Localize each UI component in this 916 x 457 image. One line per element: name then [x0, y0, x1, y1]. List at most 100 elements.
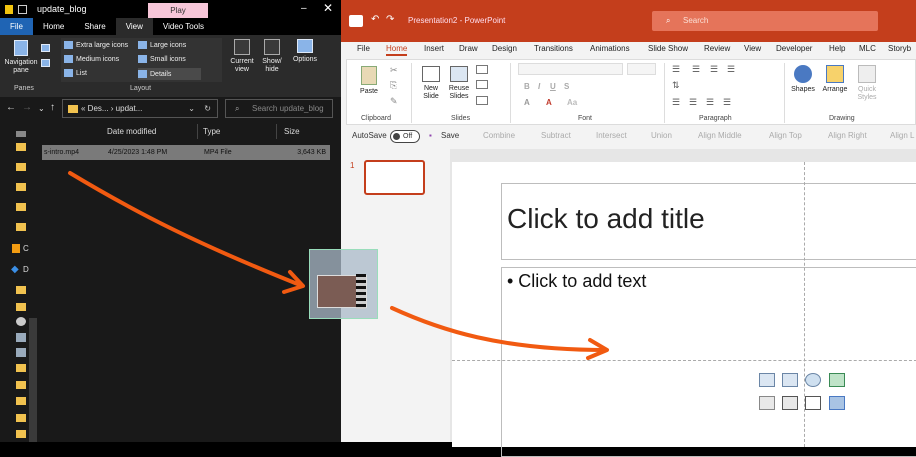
justify-icon[interactable]: ☰: [723, 97, 731, 108]
clear-formatting-icon[interactable]: A: [524, 98, 530, 107]
tab-transitions[interactable]: Transitions: [534, 44, 573, 53]
align-top-button[interactable]: Align Top: [769, 131, 802, 140]
tab-file[interactable]: File: [357, 44, 370, 53]
properties-icon[interactable]: [18, 4, 27, 14]
up-icon[interactable]: ↑: [50, 102, 55, 113]
layout-list[interactable]: List: [64, 69, 87, 77]
layout-details[interactable]: Details: [138, 68, 202, 80]
font-name-dropdown[interactable]: [518, 63, 623, 75]
insert-picture-icon[interactable]: [759, 373, 775, 387]
bullets-icon[interactable]: ☰: [672, 64, 680, 75]
preview-pane-icon[interactable]: [41, 44, 50, 52]
camera-icon[interactable]: [16, 317, 26, 326]
current-view-button[interactable]: Current view: [228, 39, 256, 74]
nav-folder-icon[interactable]: [16, 414, 26, 422]
save-button[interactable]: Save: [441, 131, 459, 140]
insert-online-picture-icon[interactable]: [782, 373, 798, 387]
column-divider[interactable]: [276, 124, 277, 139]
pictures-icon[interactable]: [16, 333, 26, 342]
tab-storyboard[interactable]: Storyb: [888, 44, 911, 53]
font-color-icon[interactable]: A: [546, 98, 552, 107]
align-right-icon[interactable]: ☰: [706, 97, 714, 108]
cut-icon[interactable]: ✂: [390, 65, 398, 76]
column-type[interactable]: Type: [203, 127, 220, 136]
font-size-dropdown[interactable]: [627, 63, 656, 75]
insert-smartart-icon[interactable]: [829, 373, 845, 387]
underline-icon[interactable]: U: [550, 82, 556, 91]
align-middle-button[interactable]: Align Middle: [698, 131, 742, 140]
search-box[interactable]: ⌕ Search: [652, 11, 878, 31]
tab-share[interactable]: Share: [74, 18, 115, 35]
nav-folder-icon[interactable]: [16, 163, 26, 171]
column-divider[interactable]: [197, 124, 198, 139]
new-slide-button[interactable]: New Slide: [418, 66, 444, 101]
column-size[interactable]: Size: [284, 127, 300, 136]
nav-folder-icon[interactable]: [16, 143, 26, 151]
tab-file[interactable]: File: [0, 18, 33, 35]
insert-icons-icon[interactable]: [805, 373, 821, 387]
nav-folder-icon[interactable]: [16, 430, 26, 438]
union-button[interactable]: Union: [651, 131, 672, 140]
save-icon[interactable]: ▪: [429, 131, 432, 140]
undo-icon[interactable]: ↶: [371, 14, 379, 25]
details-pane-icon[interactable]: [41, 59, 50, 67]
tab-insert[interactable]: Insert: [424, 44, 444, 53]
pictures-icon[interactable]: [16, 348, 26, 357]
format-painter-icon[interactable]: ✎: [390, 96, 398, 107]
tab-help[interactable]: Help: [829, 44, 845, 53]
combine-button[interactable]: Combine: [483, 131, 515, 140]
highlight-icon[interactable]: Aa: [567, 98, 577, 107]
numbering-icon[interactable]: ☰: [692, 64, 700, 75]
align-left-icon[interactable]: ☰: [672, 97, 680, 108]
search-input[interactable]: ⌕ Search update_blog: [225, 99, 333, 118]
align-center-icon[interactable]: ☰: [689, 97, 697, 108]
nav-folder-icon[interactable]: [16, 203, 26, 211]
decrease-indent-icon[interactable]: ☰: [710, 64, 718, 75]
minimize-icon[interactable]: –: [301, 3, 307, 14]
tab-home[interactable]: Home: [33, 18, 74, 35]
play-tab[interactable]: Play: [148, 3, 208, 18]
reuse-slides-button[interactable]: Reuse Slides: [446, 66, 472, 101]
tab-home[interactable]: Home: [386, 44, 408, 56]
tab-mlc[interactable]: MLC: [859, 44, 876, 53]
text-direction-icon[interactable]: ⇅: [672, 80, 680, 91]
nav-folder-icon[interactable]: [16, 364, 26, 372]
column-date-modified[interactable]: Date modified: [107, 127, 156, 136]
refresh-icon[interactable]: ↻: [204, 100, 211, 117]
layout-small-icons[interactable]: Small icons: [138, 55, 186, 63]
navigation-pane-button[interactable]: Navigation pane: [2, 40, 40, 75]
tab-draw[interactable]: Draw: [459, 44, 478, 53]
tab-view[interactable]: View: [744, 44, 761, 53]
subtract-button[interactable]: Subtract: [541, 131, 571, 140]
nav-folder-icon[interactable]: [16, 381, 26, 389]
autosave-toggle[interactable]: Off: [390, 130, 420, 143]
layout-medium-icons[interactable]: Medium icons: [64, 55, 119, 63]
copy-icon[interactable]: ⎘: [390, 80, 397, 91]
arrange-button[interactable]: Arrange: [820, 65, 850, 94]
options-button[interactable]: Options: [289, 39, 321, 64]
intersect-button[interactable]: Intersect: [596, 131, 627, 140]
title-placeholder[interactable]: Click to add title: [501, 183, 916, 260]
align-left-button[interactable]: Align L: [890, 131, 914, 140]
shadow-icon[interactable]: S: [564, 82, 569, 91]
address-field[interactable]: « Des... › updat... ⌄ ↻: [62, 99, 218, 118]
show-hide-button[interactable]: Show/ hide: [259, 39, 285, 74]
table-row[interactable]: s-intro.mp4 4/25/2023 1:48 PM MP4 File 3…: [42, 145, 330, 160]
nav-folder-icon[interactable]: [16, 223, 26, 231]
redo-icon[interactable]: ↷: [386, 14, 394, 25]
insert-video-icon[interactable]: [782, 396, 798, 410]
section-icon[interactable]: [476, 96, 488, 105]
tab-review[interactable]: Review: [704, 44, 730, 53]
nav-folder-icon[interactable]: [16, 286, 26, 294]
slide-canvas[interactable]: Click to add title • Click to add text: [452, 162, 916, 457]
insert-3d-model-icon[interactable]: [759, 396, 775, 410]
insert-table-icon[interactable]: [805, 396, 821, 410]
italic-icon[interactable]: I: [538, 82, 540, 91]
reset-icon[interactable]: [476, 80, 488, 89]
back-icon[interactable]: ←: [6, 102, 16, 113]
address-dropdown-icon[interactable]: ⌄: [188, 100, 195, 117]
align-right-button[interactable]: Align Right: [828, 131, 867, 140]
tab-view[interactable]: View: [115, 18, 153, 35]
tab-slide-show[interactable]: Slide Show: [648, 44, 688, 53]
shapes-button[interactable]: Shapes: [790, 65, 816, 94]
